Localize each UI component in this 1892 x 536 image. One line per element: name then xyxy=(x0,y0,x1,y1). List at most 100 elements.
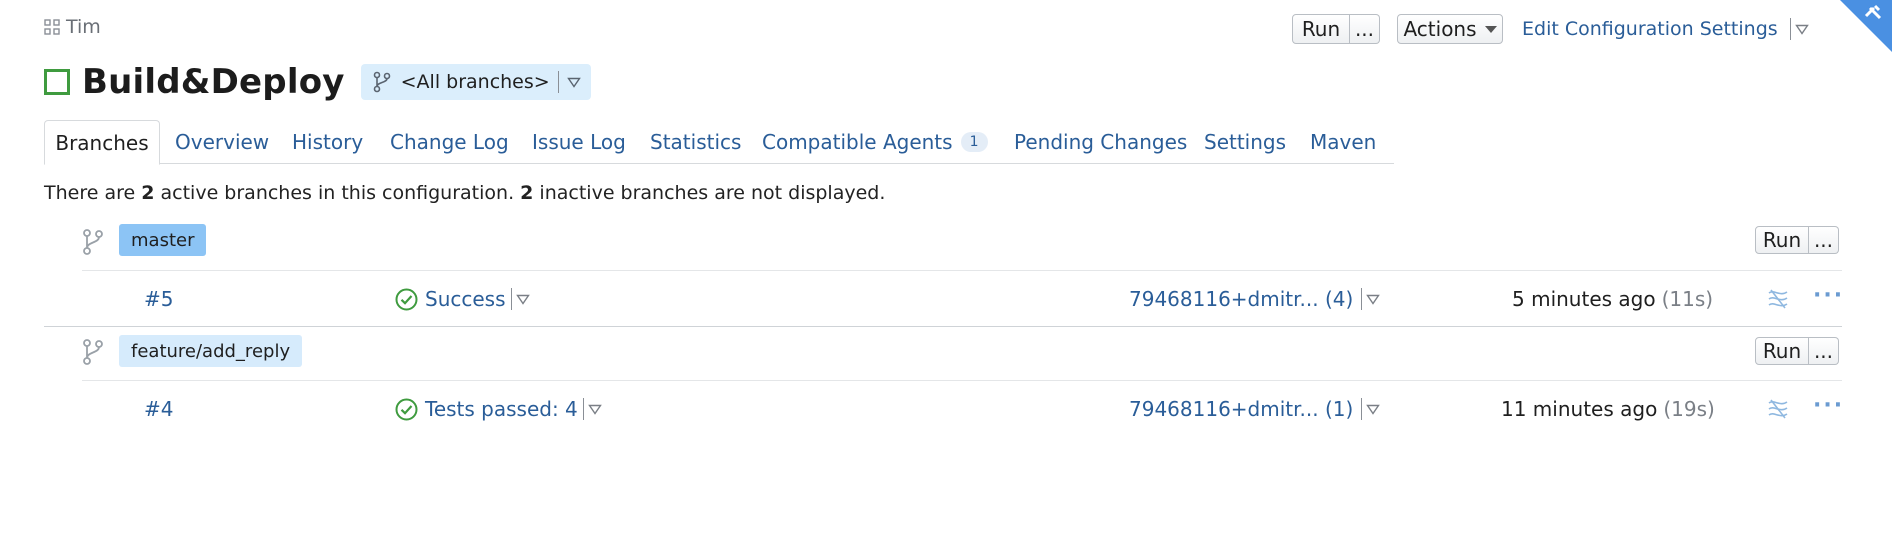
branch-icon xyxy=(83,339,103,365)
build-time-ago: 11 minutes ago xyxy=(1501,397,1658,421)
branch-name: feature/add_reply xyxy=(131,340,291,362)
build-number: #4 xyxy=(144,397,174,421)
tab-label: Maven xyxy=(1310,130,1377,154)
branch-run-button[interactable]: Run xyxy=(1755,337,1809,365)
tab-bar: Branches Overview History Change Log Iss… xyxy=(44,120,1394,165)
tab-label: Statistics xyxy=(650,130,742,154)
build-status-link[interactable]: Success xyxy=(425,287,506,311)
changes-link[interactable]: 79468116+dmitr... (4) xyxy=(1129,287,1353,311)
agents-count-badge: 1 xyxy=(960,132,988,152)
separator xyxy=(510,288,512,310)
success-check-icon xyxy=(395,398,418,420)
tab-pending-changes[interactable]: Pending Changes xyxy=(1014,120,1187,164)
build-duration: (19s) xyxy=(1663,397,1715,421)
dropdown-triangle-icon[interactable] xyxy=(1366,404,1381,415)
separator xyxy=(1789,18,1791,40)
dropdown-triangle-icon[interactable] xyxy=(1366,294,1381,305)
divider xyxy=(82,270,1842,271)
changes-link[interactable]: 79468116+dmitr... (1) xyxy=(1129,397,1353,421)
page-title: Build&Deploy xyxy=(82,62,345,102)
divider xyxy=(44,326,1842,327)
tab-issue-log[interactable]: Issue Log xyxy=(532,120,626,164)
run-button[interactable]: Run xyxy=(1292,14,1350,44)
tab-label: Settings xyxy=(1204,130,1287,154)
tab-label: Overview xyxy=(175,130,270,154)
build-number-link[interactable]: #4 xyxy=(144,394,173,424)
branch-run-options-button[interactable]: ... xyxy=(1809,226,1839,254)
agent-icon[interactable] xyxy=(1766,287,1790,311)
branch-icon xyxy=(83,229,103,255)
tab-label: Pending Changes xyxy=(1014,130,1188,154)
title-row: Build&Deploy <All branches> xyxy=(44,62,591,102)
tab-history[interactable]: History xyxy=(292,120,363,164)
build-duration: (11s) xyxy=(1661,287,1714,311)
separator xyxy=(557,71,559,93)
build-changes: 79468116+dmitr... (4) xyxy=(1129,284,1381,314)
branch-run-label: Run xyxy=(1762,339,1802,363)
dropdown-triangle-icon[interactable] xyxy=(1794,24,1809,35)
dropdown-triangle-icon xyxy=(566,77,581,88)
build-number: #5 xyxy=(144,287,174,311)
build-number-link[interactable]: #5 xyxy=(144,284,173,314)
tab-label: Issue Log xyxy=(532,130,626,154)
tab-maven[interactable]: Maven xyxy=(1310,120,1376,164)
branch-selector-label: <All branches> xyxy=(400,71,550,93)
separator xyxy=(1361,398,1363,420)
more-actions-icon[interactable]: ··· xyxy=(1813,393,1844,418)
branch-selector[interactable]: <All branches> xyxy=(360,64,591,100)
run-options-button[interactable]: ... xyxy=(1350,14,1380,44)
separator xyxy=(582,398,584,420)
summary-suffix: inactive branches are not displayed. xyxy=(533,182,886,204)
edit-configuration-label: Edit Configuration Settings xyxy=(1522,18,1778,40)
tab-label: Compatible Agents xyxy=(762,130,953,154)
branch-tag-master[interactable]: master xyxy=(119,224,207,256)
run-button-label: Run xyxy=(1301,17,1341,41)
tab-change-log[interactable]: Change Log xyxy=(390,120,509,164)
tab-branches[interactable]: Branches xyxy=(44,120,160,165)
tab-label: History xyxy=(292,130,364,154)
breadcrumb: Tim xyxy=(44,16,101,38)
tab-settings[interactable]: Settings xyxy=(1204,120,1286,164)
summary-prefix: There are xyxy=(44,182,142,204)
branch-run-options-label: ... xyxy=(1813,339,1834,363)
caret-down-icon xyxy=(1484,25,1497,33)
branch-tag-feature-add-reply[interactable]: feature/add_reply xyxy=(119,335,303,367)
tab-statistics[interactable]: Statistics xyxy=(650,120,741,164)
branch-run-button[interactable]: Run xyxy=(1755,226,1809,254)
branch-name: master xyxy=(131,229,195,251)
build-time: 5 minutes ago (11s) xyxy=(1512,284,1713,314)
separator xyxy=(1361,288,1363,310)
branch-run-options-label: ... xyxy=(1813,228,1834,252)
tab-label: Change Log xyxy=(390,130,509,154)
branch-icon xyxy=(373,71,390,93)
build-status-link[interactable]: Tests passed: 4 xyxy=(425,397,578,421)
summary-middle: active branches in this configuration. xyxy=(154,182,521,204)
build-time: 11 minutes ago (19s) xyxy=(1501,394,1715,424)
agent-icon[interactable] xyxy=(1766,397,1790,421)
breadcrumb-project-link[interactable]: Tim xyxy=(66,16,101,38)
actions-button[interactable]: Actions xyxy=(1397,14,1503,44)
build-status: Tests passed: 4 xyxy=(395,394,602,424)
build-status: Success xyxy=(395,284,530,314)
tab-overview[interactable]: Overview xyxy=(175,120,269,164)
build-time-ago: 5 minutes ago xyxy=(1512,287,1656,311)
corner-ribbon-icon[interactable] xyxy=(1820,0,1892,60)
grid-icon xyxy=(44,19,60,35)
more-actions-icon[interactable]: ··· xyxy=(1813,283,1844,308)
tab-label: Branches xyxy=(55,130,149,155)
divider xyxy=(82,380,1842,381)
actions-label: Actions xyxy=(1403,17,1477,41)
dropdown-triangle-icon[interactable] xyxy=(515,294,530,305)
dropdown-triangle-icon[interactable] xyxy=(587,404,602,415)
branch-run-options-button[interactable]: ... xyxy=(1809,337,1839,365)
configuration-status-icon xyxy=(44,69,70,95)
branches-summary: There are 2 active branches in this conf… xyxy=(44,182,885,204)
success-check-icon xyxy=(395,288,418,310)
edit-configuration-link[interactable]: Edit Configuration Settings xyxy=(1522,15,1809,43)
build-changes: 79468116+dmitr... (1) xyxy=(1129,394,1381,424)
branch-run-label: Run xyxy=(1762,228,1802,252)
run-options-label: ... xyxy=(1354,17,1375,41)
active-count: 2 xyxy=(141,182,155,204)
inactive-count: 2 xyxy=(520,182,534,204)
tab-compatible-agents[interactable]: Compatible Agents 1 xyxy=(762,120,988,164)
